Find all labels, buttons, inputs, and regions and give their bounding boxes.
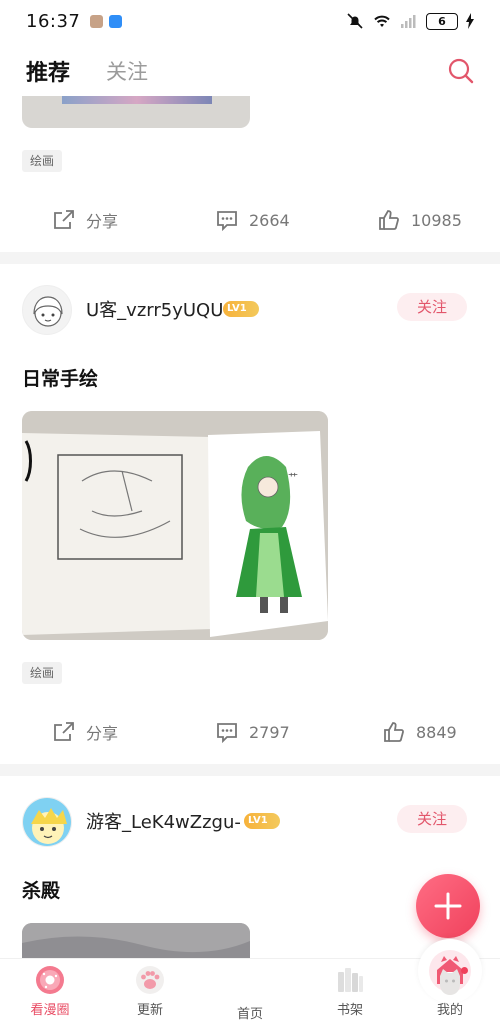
notification-dot xyxy=(461,967,468,974)
nav-item-home[interactable]: 首页 xyxy=(200,939,482,1020)
share-icon xyxy=(54,210,74,229)
hand-drawing-image: 艹 xyxy=(22,411,328,640)
avatar-girl-icon xyxy=(33,296,63,327)
feed: 绘画 分享 2664 10985 U客_vzrr5yUQU LV1 关注 日常手… xyxy=(0,96,500,958)
post-divider xyxy=(0,252,500,264)
post-actions: 分享 2797 8849 xyxy=(0,720,500,750)
share-button[interactable]: 分享 xyxy=(52,720,118,744)
tab-recommend[interactable]: 推荐 xyxy=(26,55,70,87)
username[interactable]: 游客_LeK4wZzgu- xyxy=(86,808,241,834)
nav-label: 书架 xyxy=(336,1003,363,1018)
comment-count: 2797 xyxy=(249,722,290,742)
thumbs-up-icon xyxy=(384,722,404,742)
plus-icon xyxy=(434,892,462,920)
nav-label: 看漫圈 xyxy=(30,1003,70,1018)
share-button[interactable]: 分享 xyxy=(52,208,118,232)
post-tag[interactable]: 绘画 xyxy=(22,662,63,684)
nav-item-mine[interactable]: 我的 xyxy=(400,959,500,1020)
share-label: 分享 xyxy=(86,212,119,231)
signal-icon xyxy=(401,15,416,28)
bottom-nav: 看漫圈 更新 首页 书架 我的 xyxy=(0,939,500,1020)
post-image[interactable] xyxy=(22,96,250,128)
level-badge: LV1 xyxy=(223,301,259,317)
post-title[interactable]: 日常手绘 xyxy=(22,364,98,391)
comment-button[interactable]: 2664 xyxy=(215,208,290,232)
nav-item-bookshelf[interactable]: 书架 xyxy=(300,959,400,1020)
post-photo-image xyxy=(22,923,250,958)
post-actions: 分享 2664 10985 xyxy=(0,208,500,238)
status-time: 16:37 xyxy=(26,10,81,32)
comment-count: 2664 xyxy=(249,210,290,230)
charging-icon xyxy=(466,13,474,29)
like-count: 10985 xyxy=(411,210,462,230)
nav-label: 首页 xyxy=(236,1007,263,1020)
comment-button[interactable]: 2797 xyxy=(215,720,290,744)
like-count: 8849 xyxy=(416,722,457,742)
nav-label: 更新 xyxy=(136,1003,163,1018)
battery-indicator: 6 xyxy=(426,12,458,30)
svg-text:艹: 艹 xyxy=(288,472,298,484)
share-label: 分享 xyxy=(86,724,119,743)
search-icon[interactable] xyxy=(446,56,476,86)
post-tag[interactable]: 绘画 xyxy=(22,150,63,172)
donut-icon xyxy=(33,963,67,997)
tab-following[interactable]: 关注 xyxy=(106,56,148,86)
nav-item-updates[interactable]: 更新 xyxy=(100,959,200,1020)
nav-item-kanmanquan[interactable]: 看漫圈 xyxy=(0,959,100,1020)
top-tabs: 推荐 关注 xyxy=(0,48,500,94)
nav-label: 我的 xyxy=(436,1003,463,1018)
comment-icon xyxy=(217,723,237,744)
share-icon xyxy=(54,722,74,741)
wifi-icon xyxy=(374,15,390,27)
post-image[interactable] xyxy=(22,923,250,958)
comment-icon xyxy=(217,211,237,232)
create-post-button[interactable] xyxy=(416,874,480,938)
post-image[interactable]: 艹 xyxy=(22,411,328,640)
follow-button[interactable]: 关注 xyxy=(397,805,467,833)
mute-bell-icon xyxy=(347,13,363,29)
post-divider xyxy=(0,764,500,776)
like-button[interactable]: 8849 xyxy=(382,720,457,744)
like-button[interactable]: 10985 xyxy=(377,208,462,232)
paw-icon xyxy=(133,963,167,997)
cloud-notification-icon xyxy=(109,14,123,28)
follow-button[interactable]: 关注 xyxy=(397,293,467,321)
app-notification-icon xyxy=(90,14,104,28)
status-bar: 16:37 6 xyxy=(0,0,500,42)
bookshelf-icon xyxy=(333,963,367,997)
avatar-anime-icon xyxy=(23,798,71,846)
user-avatar[interactable] xyxy=(22,797,72,847)
username[interactable]: U客_vzrr5yUQU xyxy=(86,296,223,322)
post-title[interactable]: 杀殿 xyxy=(22,876,60,903)
user-avatar[interactable] xyxy=(22,285,72,335)
status-app-icons xyxy=(90,14,123,28)
status-indicators: 6 xyxy=(346,12,474,30)
level-badge: LV1 xyxy=(244,813,280,829)
thumbs-up-icon xyxy=(379,210,399,230)
